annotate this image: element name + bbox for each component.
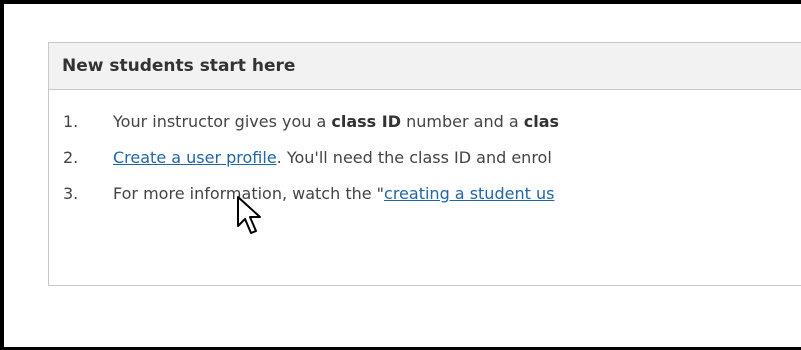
class-id-bold-label: class ID (331, 112, 402, 131)
step-text-part: Your instructor gives you a (113, 112, 332, 131)
step-number: 3. (63, 184, 79, 203)
step-text: Your instructor gives you a class ID num… (113, 110, 559, 134)
panel-title: New students start here (49, 43, 801, 90)
step-text: For more information, watch the "creatin… (113, 182, 554, 206)
create-user-profile-link[interactable]: Create a user profile (113, 148, 277, 167)
mouse-pointer-arrow-icon (237, 196, 261, 234)
step-number: 2. (63, 148, 79, 167)
creating-student-user-video-link[interactable]: creating a student us (384, 184, 554, 203)
enrollment-key-bold-label: clas (523, 112, 560, 131)
step-text: Create a user profile. You'll need the c… (113, 146, 552, 170)
new-students-panel: New students start here 1. Your instruct… (48, 42, 801, 286)
step-text-part: . You'll need the class ID and enrol (276, 148, 552, 167)
step-text-part: number and a (401, 112, 524, 131)
step-number: 1. (63, 112, 79, 131)
screenshot-frame: New students start here 1. Your instruct… (0, 0, 801, 350)
